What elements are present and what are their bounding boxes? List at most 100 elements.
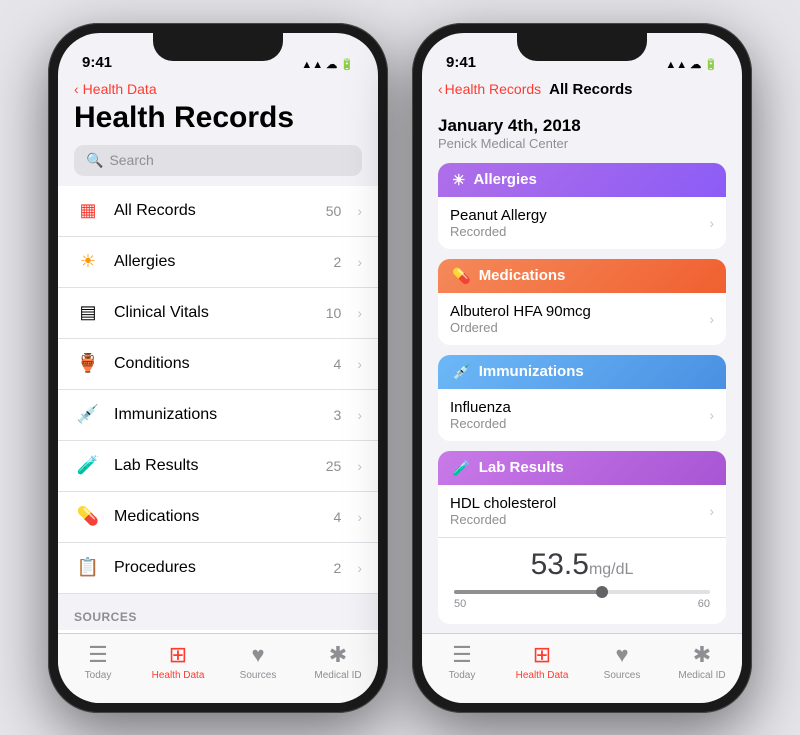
lab-results-count: 25	[326, 458, 342, 474]
search-icon: 🔍	[86, 152, 103, 169]
lab-results-icon: 🧪	[452, 459, 471, 477]
immunizations-item-name: Influenza	[450, 399, 709, 416]
lab-results-label: Lab Results	[114, 457, 314, 475]
back-health-data[interactable]: ‹ Health Data	[58, 77, 378, 99]
search-placeholder: Search	[109, 152, 153, 168]
list-item-conditions[interactable]: 🏺 Conditions 4 ›	[58, 339, 378, 390]
tab-medical-id-left[interactable]: ✱ Medical ID	[298, 642, 378, 681]
lab-slider-fill	[454, 590, 608, 594]
lab-results-chevron: ›	[357, 458, 362, 474]
immunizations-count: 3	[334, 407, 342, 423]
sources-icon: ♥	[251, 642, 264, 668]
health-data-label-right: Health Data	[516, 670, 569, 681]
back-label-right: Health Records	[445, 81, 542, 97]
lab-unit: mg/dL	[589, 561, 633, 578]
allergies-item[interactable]: Peanut Allergy Recorded ›	[438, 197, 726, 249]
status-icons-left: ▲▲ ☁ 🔋	[301, 58, 354, 71]
tab-sources-left[interactable]: ♥ Sources	[218, 642, 298, 681]
allergies-item-name: Peanut Allergy	[450, 207, 709, 224]
today-icon-right: ☰	[452, 642, 472, 668]
list-item-procedures[interactable]: 📋 Procedures 2 ›	[58, 543, 378, 594]
medications-item[interactable]: Albuterol HFA 90mcg Ordered ›	[438, 293, 726, 345]
medical-id-label-right: Medical ID	[678, 670, 725, 681]
tab-medical-id-right[interactable]: ✱ Medical ID	[662, 642, 742, 681]
tab-today-left[interactable]: ☰ Today	[58, 642, 138, 681]
all-records-scroll: January 4th, 2018 Penick Medical Center …	[422, 100, 742, 633]
medications-item-info: Albuterol HFA 90mcg Ordered	[450, 303, 709, 335]
all-records-icon: ▦	[74, 197, 102, 225]
immunizations-item-info: Influenza Recorded	[450, 399, 709, 431]
medications-icon: 💊	[74, 503, 102, 531]
time-left: 9:41	[82, 54, 112, 71]
conditions-count: 4	[334, 356, 342, 372]
medications-header: 💊 Medications	[438, 259, 726, 293]
records-list: ▦ All Records 50 › ☀ Allergies 2 › ▤ Cli…	[58, 186, 378, 633]
immunizations-label: Immunizations	[479, 363, 584, 380]
lab-results-header: 🧪 Lab Results	[438, 451, 726, 485]
tab-sources-right[interactable]: ♥ Sources	[582, 642, 662, 681]
lab-slider-track	[454, 590, 710, 594]
lab-range-high: 60	[698, 598, 710, 610]
procedures-icon: 📋	[74, 554, 102, 582]
right-nav: ‹ Health Records All Records	[422, 77, 742, 100]
lab-results-item-chevron: ›	[709, 503, 714, 519]
medications-item-status: Ordered	[450, 320, 709, 335]
list-item-immunizations[interactable]: 💉 Immunizations 3 ›	[58, 390, 378, 441]
page-title-left: Health Records	[58, 99, 378, 145]
tab-bar-right: ☰ Today ⊞ Health Data ♥ Sources ✱ Medica…	[422, 633, 742, 703]
right-phone: 9:41 ▲▲ ☁ 🔋 ‹ Health Records All Records…	[412, 23, 752, 713]
sources-label: Sources	[240, 670, 277, 681]
sources-label-right: Sources	[604, 670, 641, 681]
health-data-icon-right: ⊞	[533, 642, 551, 668]
category-lab-results: 🧪 Lab Results HDL cholesterol Recorded ›…	[422, 451, 742, 624]
list-item-medications[interactable]: 💊 Medications 4 ›	[58, 492, 378, 543]
allergies-item-chevron: ›	[709, 215, 714, 231]
immunizations-chevron: ›	[357, 407, 362, 423]
lab-value: 53.5mg/dL	[454, 548, 710, 582]
allergies-label: Allergies	[114, 253, 322, 271]
category-allergies: ☀ Allergies Peanut Allergy Recorded ›	[422, 163, 742, 249]
lab-range: 50 60	[454, 598, 710, 610]
back-health-records[interactable]: ‹ Health Records	[438, 81, 541, 97]
list-item-lab-results[interactable]: 🧪 Lab Results 25 ›	[58, 441, 378, 492]
immunizations-icon: 💉	[452, 363, 471, 381]
all-records-label: All Records	[114, 202, 314, 220]
lab-results-item-name: HDL cholesterol	[450, 495, 709, 512]
tab-today-right[interactable]: ☰ Today	[422, 642, 502, 681]
conditions-chevron: ›	[357, 356, 362, 372]
immunizations-item[interactable]: Influenza Recorded ›	[438, 389, 726, 441]
date-header: January 4th, 2018 Penick Medical Center	[422, 108, 742, 153]
health-data-label: Health Data	[152, 670, 205, 681]
clinical-vitals-chevron: ›	[357, 305, 362, 321]
conditions-label: Conditions	[114, 355, 322, 373]
category-medications: 💊 Medications Albuterol HFA 90mcg Ordere…	[422, 259, 742, 345]
search-bar[interactable]: 🔍 Search	[74, 145, 362, 176]
current-section-label: All Records	[549, 81, 632, 98]
all-records-chevron: ›	[357, 203, 362, 219]
medications-item-name: Albuterol HFA 90mcg	[450, 303, 709, 320]
notch-right	[517, 33, 647, 61]
all-records-count: 50	[326, 203, 342, 219]
allergies-label: Allergies	[473, 171, 536, 188]
tab-health-data-right[interactable]: ⊞ Health Data	[502, 642, 582, 681]
tab-health-data-left[interactable]: ⊞ Health Data	[138, 642, 218, 681]
back-chevron-icon: ‹	[74, 81, 79, 97]
today-label: Today	[85, 670, 112, 681]
lab-results-item[interactable]: HDL cholesterol Recorded ›	[438, 485, 726, 538]
list-item-all-records[interactable]: ▦ All Records 50 ›	[58, 186, 378, 237]
immunizations-header: 💉 Immunizations	[438, 355, 726, 389]
allergies-icon: ☀	[452, 171, 465, 189]
health-data-icon: ⊞	[169, 642, 187, 668]
lab-range-low: 50	[454, 598, 466, 610]
clinical-vitals-label: Clinical Vitals	[114, 304, 314, 322]
list-item-clinical-vitals[interactable]: ▤ Clinical Vitals 10 ›	[58, 288, 378, 339]
lab-slider-dot	[596, 586, 608, 598]
medications-label: Medications	[479, 267, 566, 284]
notch	[153, 33, 283, 61]
medications-icon: 💊	[452, 267, 471, 285]
time-right: 9:41	[446, 54, 476, 71]
list-item-allergies[interactable]: ☀ Allergies 2 ›	[58, 237, 378, 288]
lab-chart: 53.5mg/dL 50 60	[438, 538, 726, 624]
back-label: Health Data	[83, 81, 157, 97]
sources-icon-right: ♥	[615, 642, 628, 668]
